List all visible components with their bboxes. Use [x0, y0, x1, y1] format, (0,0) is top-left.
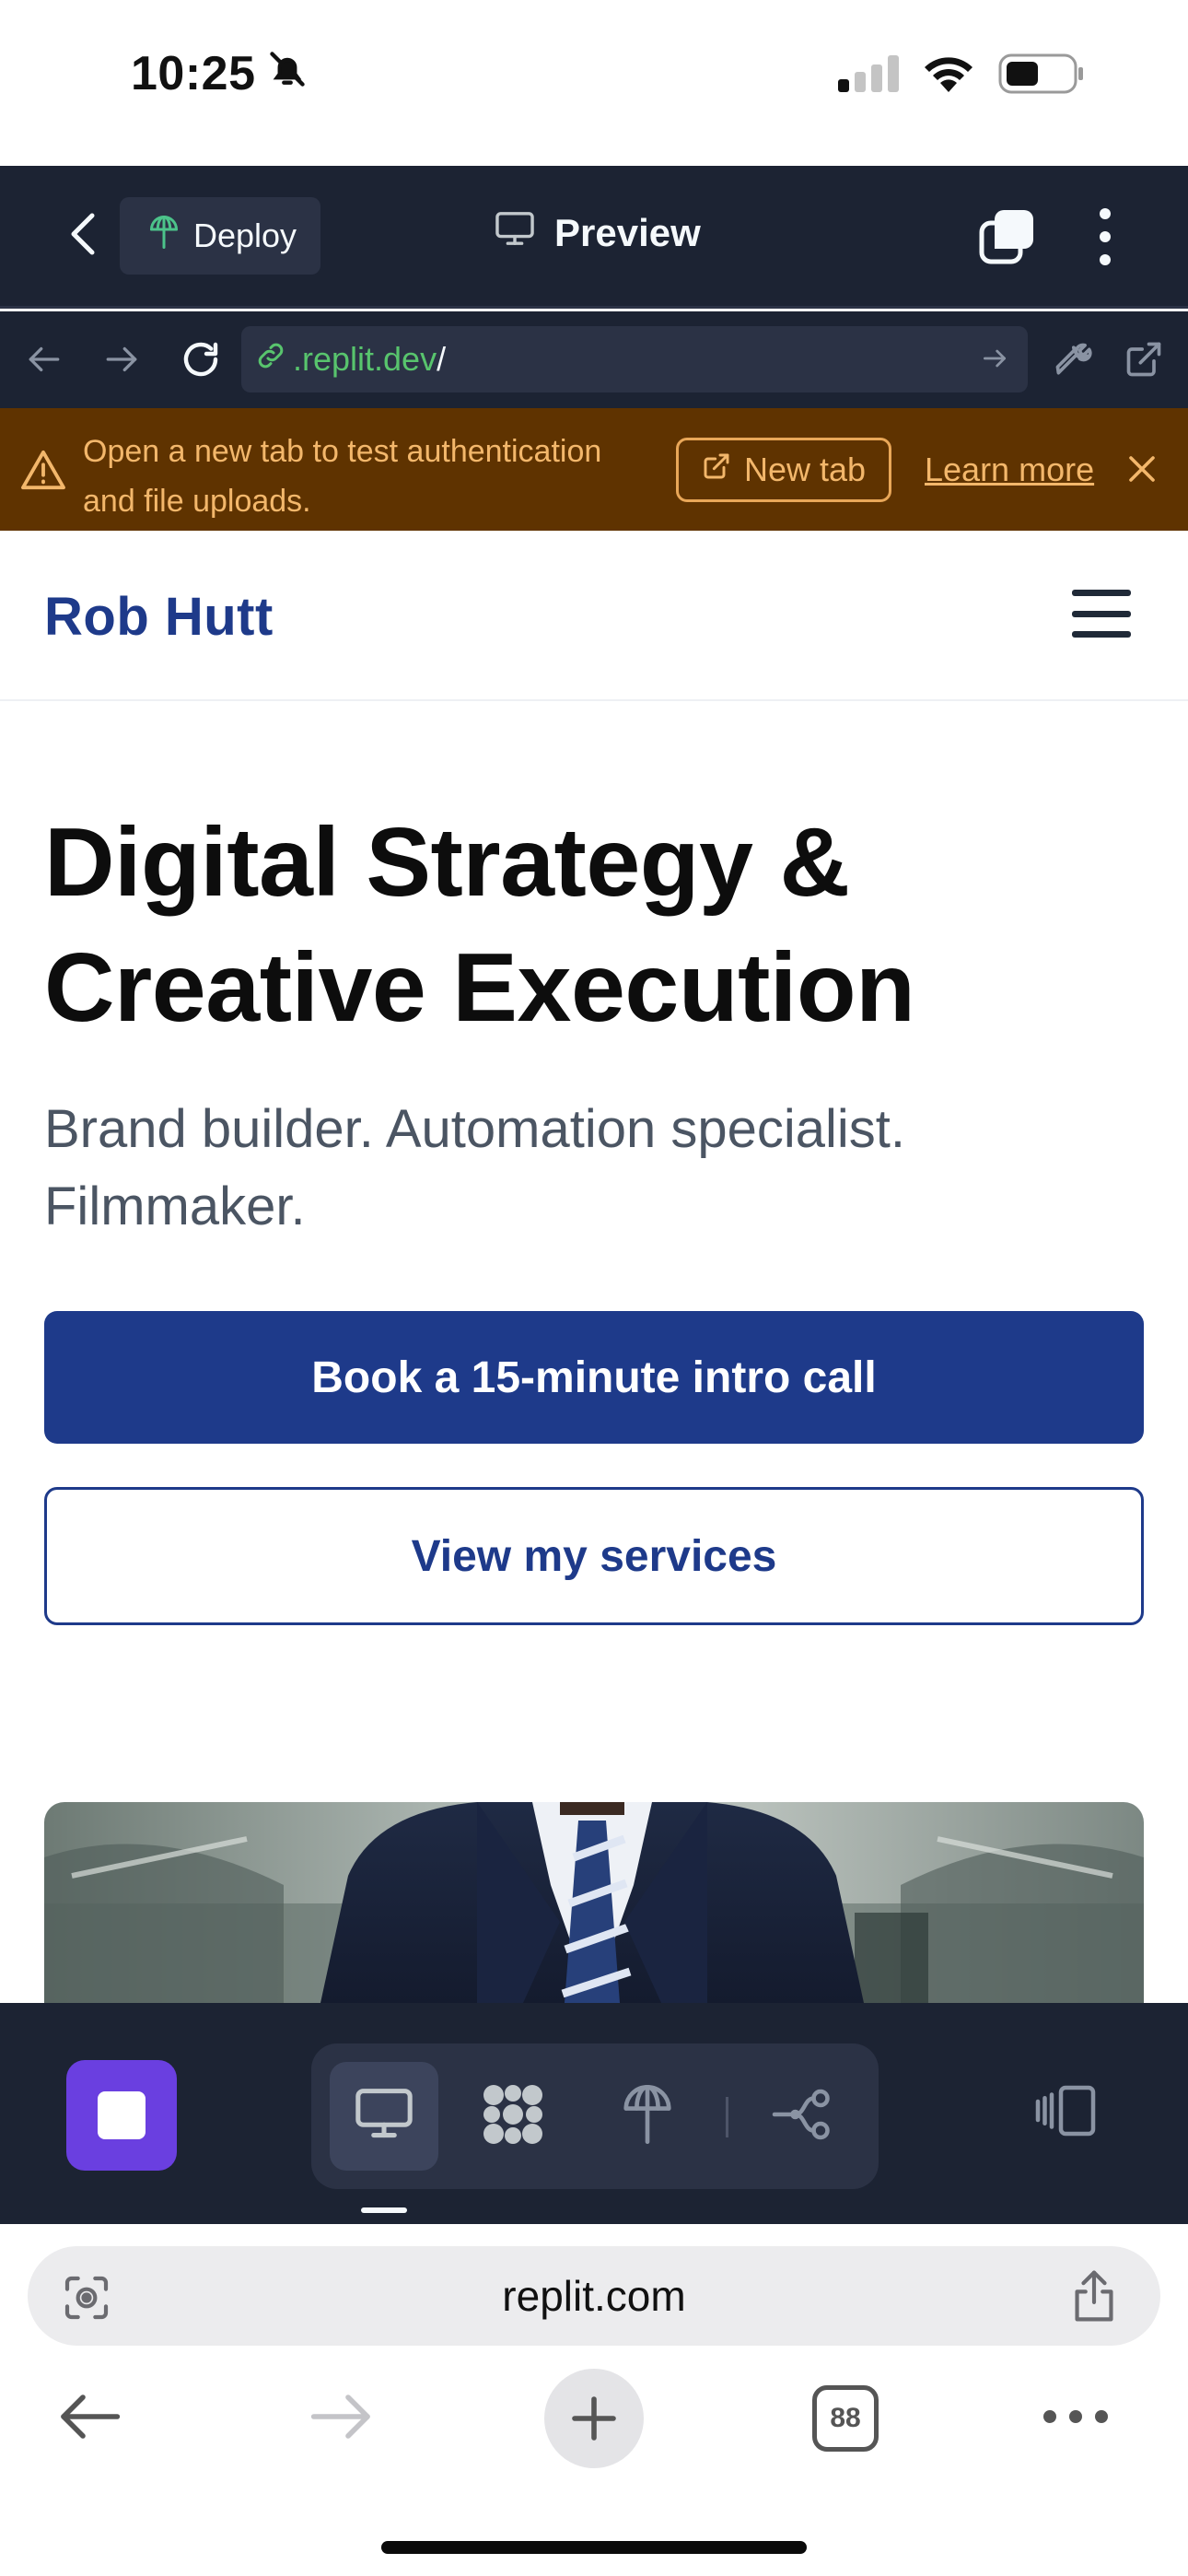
hero-subtitle: Brand builder. Automation specialist. Fi… [44, 1099, 905, 1236]
new-tab-label: New tab [743, 451, 867, 488]
deploy-button[interactable]: Deploy [120, 197, 320, 275]
new-tab-button[interactable]: New tab [676, 438, 891, 502]
external-link-icon [1124, 339, 1164, 384]
forward-icon [309, 2391, 375, 2447]
stop-button[interactable] [66, 2060, 177, 2171]
open-external-button[interactable] [1120, 337, 1168, 385]
tabs-icon: 88 [812, 2385, 879, 2452]
stop-icon [98, 2091, 146, 2139]
layout-button[interactable] [1033, 2082, 1098, 2144]
warning-icon [20, 449, 66, 496]
reload-icon [179, 337, 223, 386]
url-host: .replit.dev [293, 340, 437, 378]
preview-back-button[interactable] [20, 337, 68, 385]
site-logo[interactable]: Rob Hutt [44, 586, 274, 648]
replit-bottom-toolbar [0, 2003, 1188, 2224]
battery-icon [998, 53, 1085, 99]
more-vertical-icon [1083, 208, 1127, 273]
more-options-button[interactable] [1083, 205, 1127, 269]
wrench-icon [1052, 339, 1092, 384]
deploy-tool-button[interactable] [593, 2062, 702, 2171]
deploy-icon [619, 2082, 676, 2151]
external-link-icon [702, 451, 731, 489]
safari-toolbar: replit.com 88 [0, 2224, 1188, 2576]
safari-more-button[interactable] [1039, 2368, 1112, 2469]
ios-status-bar: 10:25 [0, 0, 1188, 166]
back-icon [56, 2391, 122, 2447]
branch-icon [770, 2086, 834, 2148]
plus-icon [544, 2369, 644, 2468]
bell-slash-icon [267, 46, 308, 101]
page-menu-icon[interactable] [61, 2272, 112, 2334]
chevron-left-icon [64, 210, 101, 263]
url-path: / [437, 340, 447, 378]
status-indicators [838, 53, 1085, 99]
arrow-go-icon[interactable] [980, 343, 1009, 381]
replit-url-bar: .replit.dev / [0, 311, 1188, 408]
arrow-right-icon [103, 343, 140, 381]
safari-address-bar[interactable]: replit.com [28, 2246, 1160, 2346]
apps-icon [479, 2080, 547, 2153]
back-button[interactable] [55, 208, 111, 263]
arrow-left-icon [26, 343, 63, 381]
link-icon [254, 339, 287, 381]
signal-icon [838, 55, 899, 97]
preview-url-field[interactable]: .replit.dev / [241, 326, 1028, 392]
safari-back-button[interactable] [48, 2368, 131, 2469]
safari-url-text: replit.com [502, 2272, 686, 2320]
active-tool-indicator [361, 2207, 407, 2213]
status-time-group: 10:25 [131, 46, 308, 101]
wifi-icon [921, 53, 976, 99]
preview-label: Preview [554, 211, 701, 254]
tabs-icon [978, 210, 1037, 269]
devtools-button[interactable] [1048, 337, 1096, 385]
replit-header: Deploy Preview [0, 166, 1188, 309]
monitor-icon [353, 2086, 415, 2148]
tool-switcher [311, 2043, 879, 2189]
site-header: Rob Hutt [0, 531, 1188, 701]
switch-tabs-button[interactable] [978, 206, 1037, 265]
preview-title[interactable]: Preview [494, 210, 701, 256]
auth-warning-banner: Open a new tab to test authentication an… [0, 408, 1188, 531]
home-indicator[interactable] [381, 2541, 807, 2554]
banner-message: Open a new tab to test authentication an… [83, 434, 602, 519]
reload-button[interactable] [177, 337, 225, 385]
safari-tabs-button[interactable]: 88 [812, 2368, 879, 2469]
preview-forward-button[interactable] [98, 337, 146, 385]
close-icon[interactable] [1125, 452, 1159, 490]
monitor-icon [494, 210, 536, 256]
preview-tool-button[interactable] [330, 2062, 438, 2171]
new-tab-plus-button[interactable] [544, 2368, 644, 2469]
deploy-icon [147, 214, 181, 259]
learn-more-link[interactable]: Learn more [925, 451, 1094, 489]
tool-divider [726, 2097, 728, 2137]
more-horizontal-icon [1041, 2407, 1111, 2430]
apps-tool-button[interactable] [459, 2062, 567, 2171]
safari-forward-button[interactable] [300, 2368, 383, 2469]
git-tool-button[interactable] [748, 2062, 856, 2171]
layout-icon [1033, 2085, 1098, 2143]
deploy-label: Deploy [193, 217, 297, 254]
hero-title: Digital Strategy & Creative Execution [44, 808, 915, 1042]
hamburger-menu-icon[interactable] [1072, 590, 1131, 638]
book-call-button[interactable]: Book a 15-minute intro call [44, 1311, 1144, 1444]
status-time: 10:25 [131, 47, 256, 100]
share-icon[interactable] [1070, 2268, 1118, 2334]
view-services-button[interactable]: View my services [44, 1487, 1144, 1625]
hero-portrait-image [44, 1802, 1144, 2003]
